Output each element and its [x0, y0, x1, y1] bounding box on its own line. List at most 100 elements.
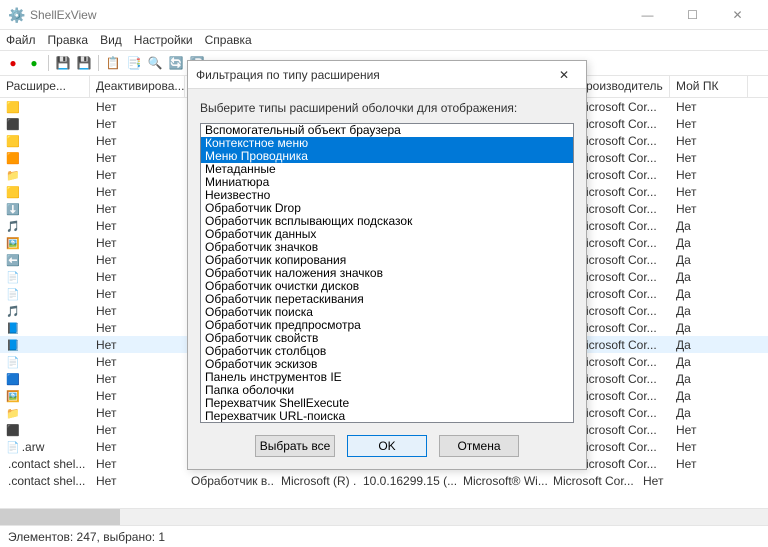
cell-mypc: Да — [670, 219, 748, 233]
cell-mypc: Нет — [670, 202, 748, 216]
hscrollbar[interactable] — [0, 508, 768, 525]
tb-saveall-icon[interactable]: 💾 — [75, 54, 93, 72]
cell-mypc: Да — [670, 253, 748, 267]
row-icon: 📄 — [6, 357, 20, 369]
close-button[interactable]: ✕ — [715, 1, 760, 29]
cell-vendor: icrosoft Cor... — [580, 457, 670, 471]
cell-ext: .contact shel... — [0, 474, 90, 488]
cell-vendor: icrosoft Cor... — [580, 202, 670, 216]
cell-disabled: Нет — [90, 355, 185, 369]
table-row[interactable]: .contact shel...НетОбработчик в...Micros… — [0, 472, 768, 489]
menu-file[interactable]: Файл — [6, 33, 36, 47]
col-vendor[interactable]: роизводитель — [580, 76, 670, 97]
row-icon: 📄 — [6, 442, 20, 454]
cell-mypc: Да — [670, 321, 748, 335]
cell-vendor: icrosoft Cor... — [580, 287, 670, 301]
cell-ext: 📄 — [0, 287, 90, 301]
cell-mypc: Да — [670, 389, 748, 403]
cell-mypc: Да — [670, 236, 748, 250]
cell-vendor: Microsoft Cor... — [547, 474, 637, 488]
cell-disabled: Нет — [90, 338, 185, 352]
cell-vendor: icrosoft Cor... — [580, 355, 670, 369]
cell-mypc: Нет — [670, 457, 748, 471]
cell-disabled: Нет — [90, 457, 185, 471]
cell-ext: ⬛ — [0, 117, 90, 131]
cell-ext: 📄 — [0, 355, 90, 369]
tb-red-icon[interactable]: ● — [4, 54, 22, 72]
cell-mypc: Да — [670, 304, 748, 318]
cell-mypc: Нет — [670, 185, 748, 199]
status-text: Элементов: 247, выбрано: 1 — [8, 530, 165, 544]
cell-disabled: Нет — [90, 151, 185, 165]
window-title: ShellExView — [30, 8, 625, 22]
cell-disabled: Нет — [90, 202, 185, 216]
row-icon: 📄 — [6, 289, 20, 301]
maximize-button[interactable]: ☐ — [670, 1, 715, 29]
cell-mypc: Да — [670, 406, 748, 420]
cell-ext: 🟨 — [0, 134, 90, 148]
cell-disabled: Нет — [90, 134, 185, 148]
cell-mypc: Нет — [637, 474, 715, 488]
cancel-button[interactable]: Отмена — [439, 435, 519, 457]
row-icon: 🎵 — [6, 306, 20, 318]
extension-listbox[interactable]: Вспомогательный объект браузераКонтекстн… — [200, 123, 574, 423]
tb-save-icon[interactable]: 💾 — [54, 54, 72, 72]
tb-refresh-icon[interactable]: 🔄 — [167, 54, 185, 72]
cell-disabled: Нет — [90, 440, 185, 454]
cell-vendor: icrosoft Cor... — [580, 321, 670, 335]
cell-vendor: icrosoft Cor... — [580, 168, 670, 182]
col-disabled[interactable]: Деактивирова... — [90, 76, 185, 97]
row-icon: 📘 — [6, 323, 20, 335]
select-all-button[interactable]: Выбрать все — [255, 435, 335, 457]
cell-mypc: Нет — [670, 100, 748, 114]
cell-disabled: Нет — [90, 389, 185, 403]
cell-disabled: Нет — [90, 474, 185, 488]
cell-vendor: icrosoft Cor... — [580, 219, 670, 233]
cell-ext: 🟧 — [0, 151, 90, 165]
menu-view[interactable]: Вид — [100, 33, 122, 47]
cell-vendor: icrosoft Cor... — [580, 423, 670, 437]
row-icon: 📁 — [6, 408, 20, 420]
tb-find-icon[interactable]: 🔍 — [146, 54, 164, 72]
cell-vendor: icrosoft Cor... — [580, 389, 670, 403]
row-icon: ⬛ — [6, 119, 20, 131]
row-icon: ⬇️ — [6, 204, 20, 216]
dialog-titlebar: Фильтрация по типу расширения ✕ — [188, 61, 586, 89]
cell-vendor: icrosoft Cor... — [580, 270, 670, 284]
cell-ext: 🖼️ — [0, 389, 90, 403]
cell-mypc: Да — [670, 372, 748, 386]
cell-mypc: Да — [670, 355, 748, 369]
cell-ext: ⬅️ — [0, 253, 90, 267]
cell-vendor: icrosoft Cor... — [580, 117, 670, 131]
cell-ext: 📄 — [0, 270, 90, 284]
tb-copy-icon[interactable]: 📋 — [104, 54, 122, 72]
cell-vendor: icrosoft Cor... — [580, 134, 670, 148]
dialog-label: Выберите типы расширений оболочки для от… — [200, 101, 574, 115]
cell-disabled: Нет — [90, 406, 185, 420]
menu-help[interactable]: Справка — [205, 33, 252, 47]
menu-options[interactable]: Настройки — [134, 33, 193, 47]
cell-mypc: Нет — [670, 151, 748, 165]
col-ext[interactable]: Расшире... — [0, 76, 90, 97]
cell-disabled: Нет — [90, 117, 185, 131]
cell-disabled: Нет — [90, 321, 185, 335]
cell-mypc: Нет — [670, 134, 748, 148]
cell-disabled: Нет — [90, 100, 185, 114]
cell-vendor: icrosoft Cor... — [580, 406, 670, 420]
cell-mypc: Нет — [670, 117, 748, 131]
cell-ext: 📘 — [0, 338, 90, 352]
cell-vendor: icrosoft Cor... — [580, 372, 670, 386]
minimize-button[interactable]: — — [625, 1, 670, 29]
ok-button[interactable]: OK — [347, 435, 427, 457]
col-mypc[interactable]: Мой ПК — [670, 76, 748, 97]
tb-props-icon[interactable]: 📑 — [125, 54, 143, 72]
cell-disabled: Нет — [90, 287, 185, 301]
tb-green-icon[interactable]: ● — [25, 54, 43, 72]
row-icon: 🎵 — [6, 221, 20, 233]
cell-disabled: Нет — [90, 423, 185, 437]
dialog-close-icon[interactable]: ✕ — [550, 68, 578, 82]
cell-ext: 🎵 — [0, 304, 90, 318]
cell-ext: 🟨 — [0, 100, 90, 114]
menu-edit[interactable]: Правка — [48, 33, 89, 47]
menubar: Файл Правка Вид Настройки Справка — [0, 30, 768, 50]
